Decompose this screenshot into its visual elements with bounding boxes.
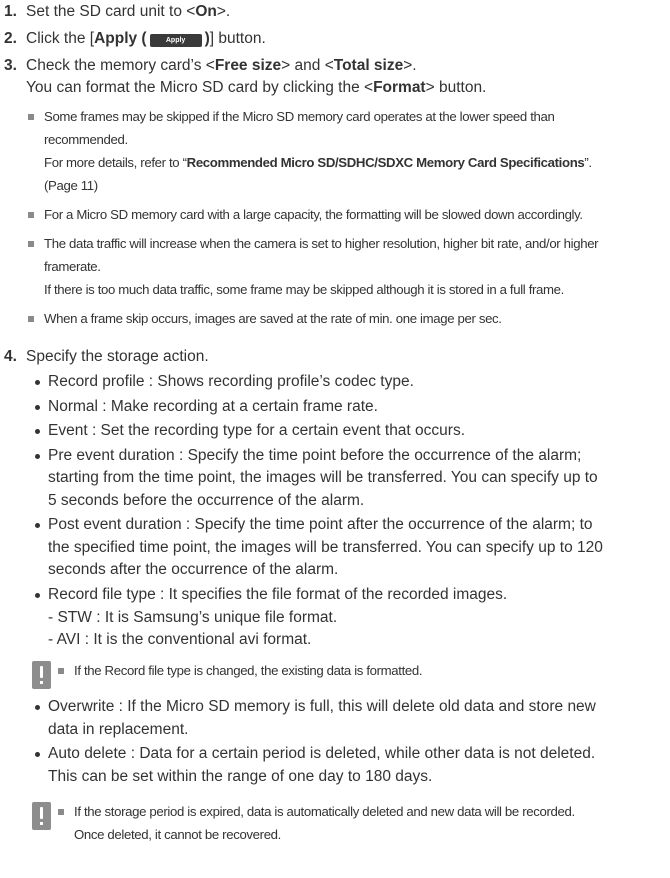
sub-list: - STW : It is Samsung’s unique file form… xyxy=(48,607,662,651)
list-item: Post event duration : Specify the time p… xyxy=(33,514,662,582)
step-number: 4. xyxy=(4,348,17,365)
square-bullet-icon xyxy=(58,809,64,815)
bullet-dot-icon xyxy=(35,592,40,598)
bullet-dot-icon xyxy=(35,429,40,434)
caution-note: If the storage period is expired, data i… xyxy=(26,800,662,846)
step-number: 1. xyxy=(4,3,17,20)
list-item: Event : Set the recording type for a cer… xyxy=(33,420,662,443)
caution-note: If the Record file type is changed, the … xyxy=(26,659,662,689)
step-number: 2. xyxy=(4,30,17,47)
step-text: Set the SD card unit to <On>. xyxy=(26,3,231,20)
square-bullet-icon xyxy=(28,316,34,322)
step-text: Check the memory card’s <Free size> and … xyxy=(26,57,417,74)
notes-list: Some frames may be skipped if the Micro … xyxy=(26,105,662,330)
note-item: Some frames may be skipped if the Micro … xyxy=(26,105,662,197)
square-bullet-icon xyxy=(28,114,34,120)
square-bullet-icon xyxy=(58,668,64,674)
step-3: 3. Check the memory card’s <Free size> a… xyxy=(2,55,662,330)
bullet-dot-icon xyxy=(35,380,40,385)
note-item: For a Micro SD memory card with a large … xyxy=(26,203,662,226)
caution-icon xyxy=(32,661,51,689)
step-number: 3. xyxy=(4,57,17,74)
square-bullet-icon xyxy=(28,212,34,218)
step-1: 1. Set the SD card unit to <On>. xyxy=(2,1,662,23)
list-item: Auto delete : Data for a certain period … xyxy=(33,743,662,788)
note-item: When a frame skip occurs, images are sav… xyxy=(26,307,662,330)
list-item: Record profile : Shows recording profile… xyxy=(33,371,662,394)
list-item: Pre event duration : Specify the time po… xyxy=(33,445,662,513)
step-text: Click the [Apply (Apply)] button. xyxy=(26,30,266,47)
sub-item: - AVI : It is the conventional avi forma… xyxy=(48,631,312,648)
storage-options-list: Record profile : Shows recording profile… xyxy=(26,371,662,846)
bullet-dot-icon xyxy=(35,705,40,710)
list-item: Overwrite : If the Micro SD memory is fu… xyxy=(33,696,662,741)
bullet-dot-icon xyxy=(35,453,40,459)
note-item: The data traffic will increase when the … xyxy=(26,232,662,301)
caution-icon xyxy=(32,802,51,830)
list-item: Record file type : It specifies the file… xyxy=(33,584,662,652)
step-text-2: You can format the Micro SD card by clic… xyxy=(26,79,487,96)
list-item: Normal : Make recording at a certain fra… xyxy=(33,396,662,419)
note-item: If the storage period is expired, data i… xyxy=(56,800,662,846)
note-item: If the Record file type is changed, the … xyxy=(56,659,662,682)
sub-item: - STW : It is Samsung’s unique file form… xyxy=(48,609,338,626)
step-2: 2. Click the [Apply (Apply)] button. xyxy=(2,28,662,50)
bullet-dot-icon xyxy=(35,523,40,528)
square-bullet-icon xyxy=(28,241,34,247)
manual-page: 1. Set the SD card unit to <On>. 2. Clic… xyxy=(0,0,670,878)
bullet-dot-icon xyxy=(35,752,40,757)
step-text: Specify the storage action. xyxy=(26,348,209,365)
step-4: 4. Specify the storage action. Record pr… xyxy=(2,346,662,846)
bullet-dot-icon xyxy=(35,404,40,410)
apply-button-image: Apply xyxy=(149,34,202,47)
